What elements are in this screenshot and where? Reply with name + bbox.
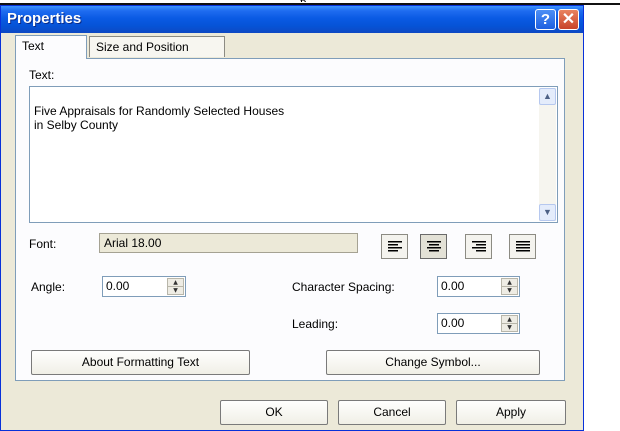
align-center-icon xyxy=(427,241,441,252)
align-right-icon xyxy=(472,241,486,252)
scroll-down-icon[interactable]: ▼ xyxy=(539,204,556,221)
font-label: Font: xyxy=(29,237,57,251)
tab-text[interactable]: Text xyxy=(15,35,87,59)
angle-label: Angle: xyxy=(31,280,66,294)
close-button[interactable]: ✕ xyxy=(558,9,579,30)
text-input[interactable]: Five Appraisals for Randomly Selected Ho… xyxy=(29,86,558,223)
spin-down-icon[interactable]: ▼ xyxy=(501,286,518,295)
leading-stepper[interactable]: 0.00 ▲ ▼ xyxy=(437,313,520,334)
dialog-title: Properties xyxy=(7,10,82,27)
align-center-button[interactable] xyxy=(420,234,447,259)
angle-spin-buttons[interactable]: ▲ ▼ xyxy=(167,278,184,295)
scroll-up-icon[interactable]: ▲ xyxy=(539,88,556,105)
font-field: Arial 18.00 xyxy=(99,233,358,253)
leading-label: Leading: xyxy=(292,317,339,331)
background-text-fragment: p xyxy=(300,0,316,2)
apply-button[interactable]: Apply xyxy=(456,400,566,425)
spin-down-icon[interactable]: ▼ xyxy=(167,286,184,295)
help-button[interactable]: ? xyxy=(535,9,556,30)
spin-down-icon[interactable]: ▼ xyxy=(501,323,518,332)
about-formatting-text-button[interactable]: About Formatting Text xyxy=(31,350,250,375)
ok-button[interactable]: OK xyxy=(220,400,328,425)
title-bar[interactable]: Properties ? ✕ xyxy=(1,6,583,33)
align-left-button[interactable] xyxy=(381,234,408,259)
text-input-value: Five Appraisals for Randomly Selected Ho… xyxy=(34,104,285,132)
leading-value: 0.00 xyxy=(441,316,465,330)
help-icon: ? xyxy=(540,11,551,28)
character-spacing-label: Character Spacing: xyxy=(292,280,395,294)
leading-spin-buttons[interactable]: ▲ ▼ xyxy=(501,315,518,332)
angle-value: 0.00 xyxy=(106,279,130,293)
angle-stepper[interactable]: 0.00 ▲ ▼ xyxy=(102,276,186,297)
align-left-icon xyxy=(388,241,402,252)
cancel-button[interactable]: Cancel xyxy=(338,400,446,425)
text-scrollbar[interactable]: ▲ ▼ xyxy=(539,88,556,221)
tab-size-and-position[interactable]: Size and Position xyxy=(89,36,225,57)
align-justify-icon xyxy=(516,241,530,252)
text-label: Text: xyxy=(29,68,55,82)
align-justify-button[interactable] xyxy=(509,234,536,259)
character-spacing-value: 0.00 xyxy=(441,279,465,293)
font-value: Arial 18.00 xyxy=(104,236,162,250)
character-spacing-spin-buttons[interactable]: ▲ ▼ xyxy=(501,278,518,295)
character-spacing-stepper[interactable]: 0.00 ▲ ▼ xyxy=(437,276,520,297)
close-icon: ✕ xyxy=(561,11,576,28)
align-right-button[interactable] xyxy=(465,234,492,259)
change-symbol-button[interactable]: Change Symbol... xyxy=(326,350,540,375)
